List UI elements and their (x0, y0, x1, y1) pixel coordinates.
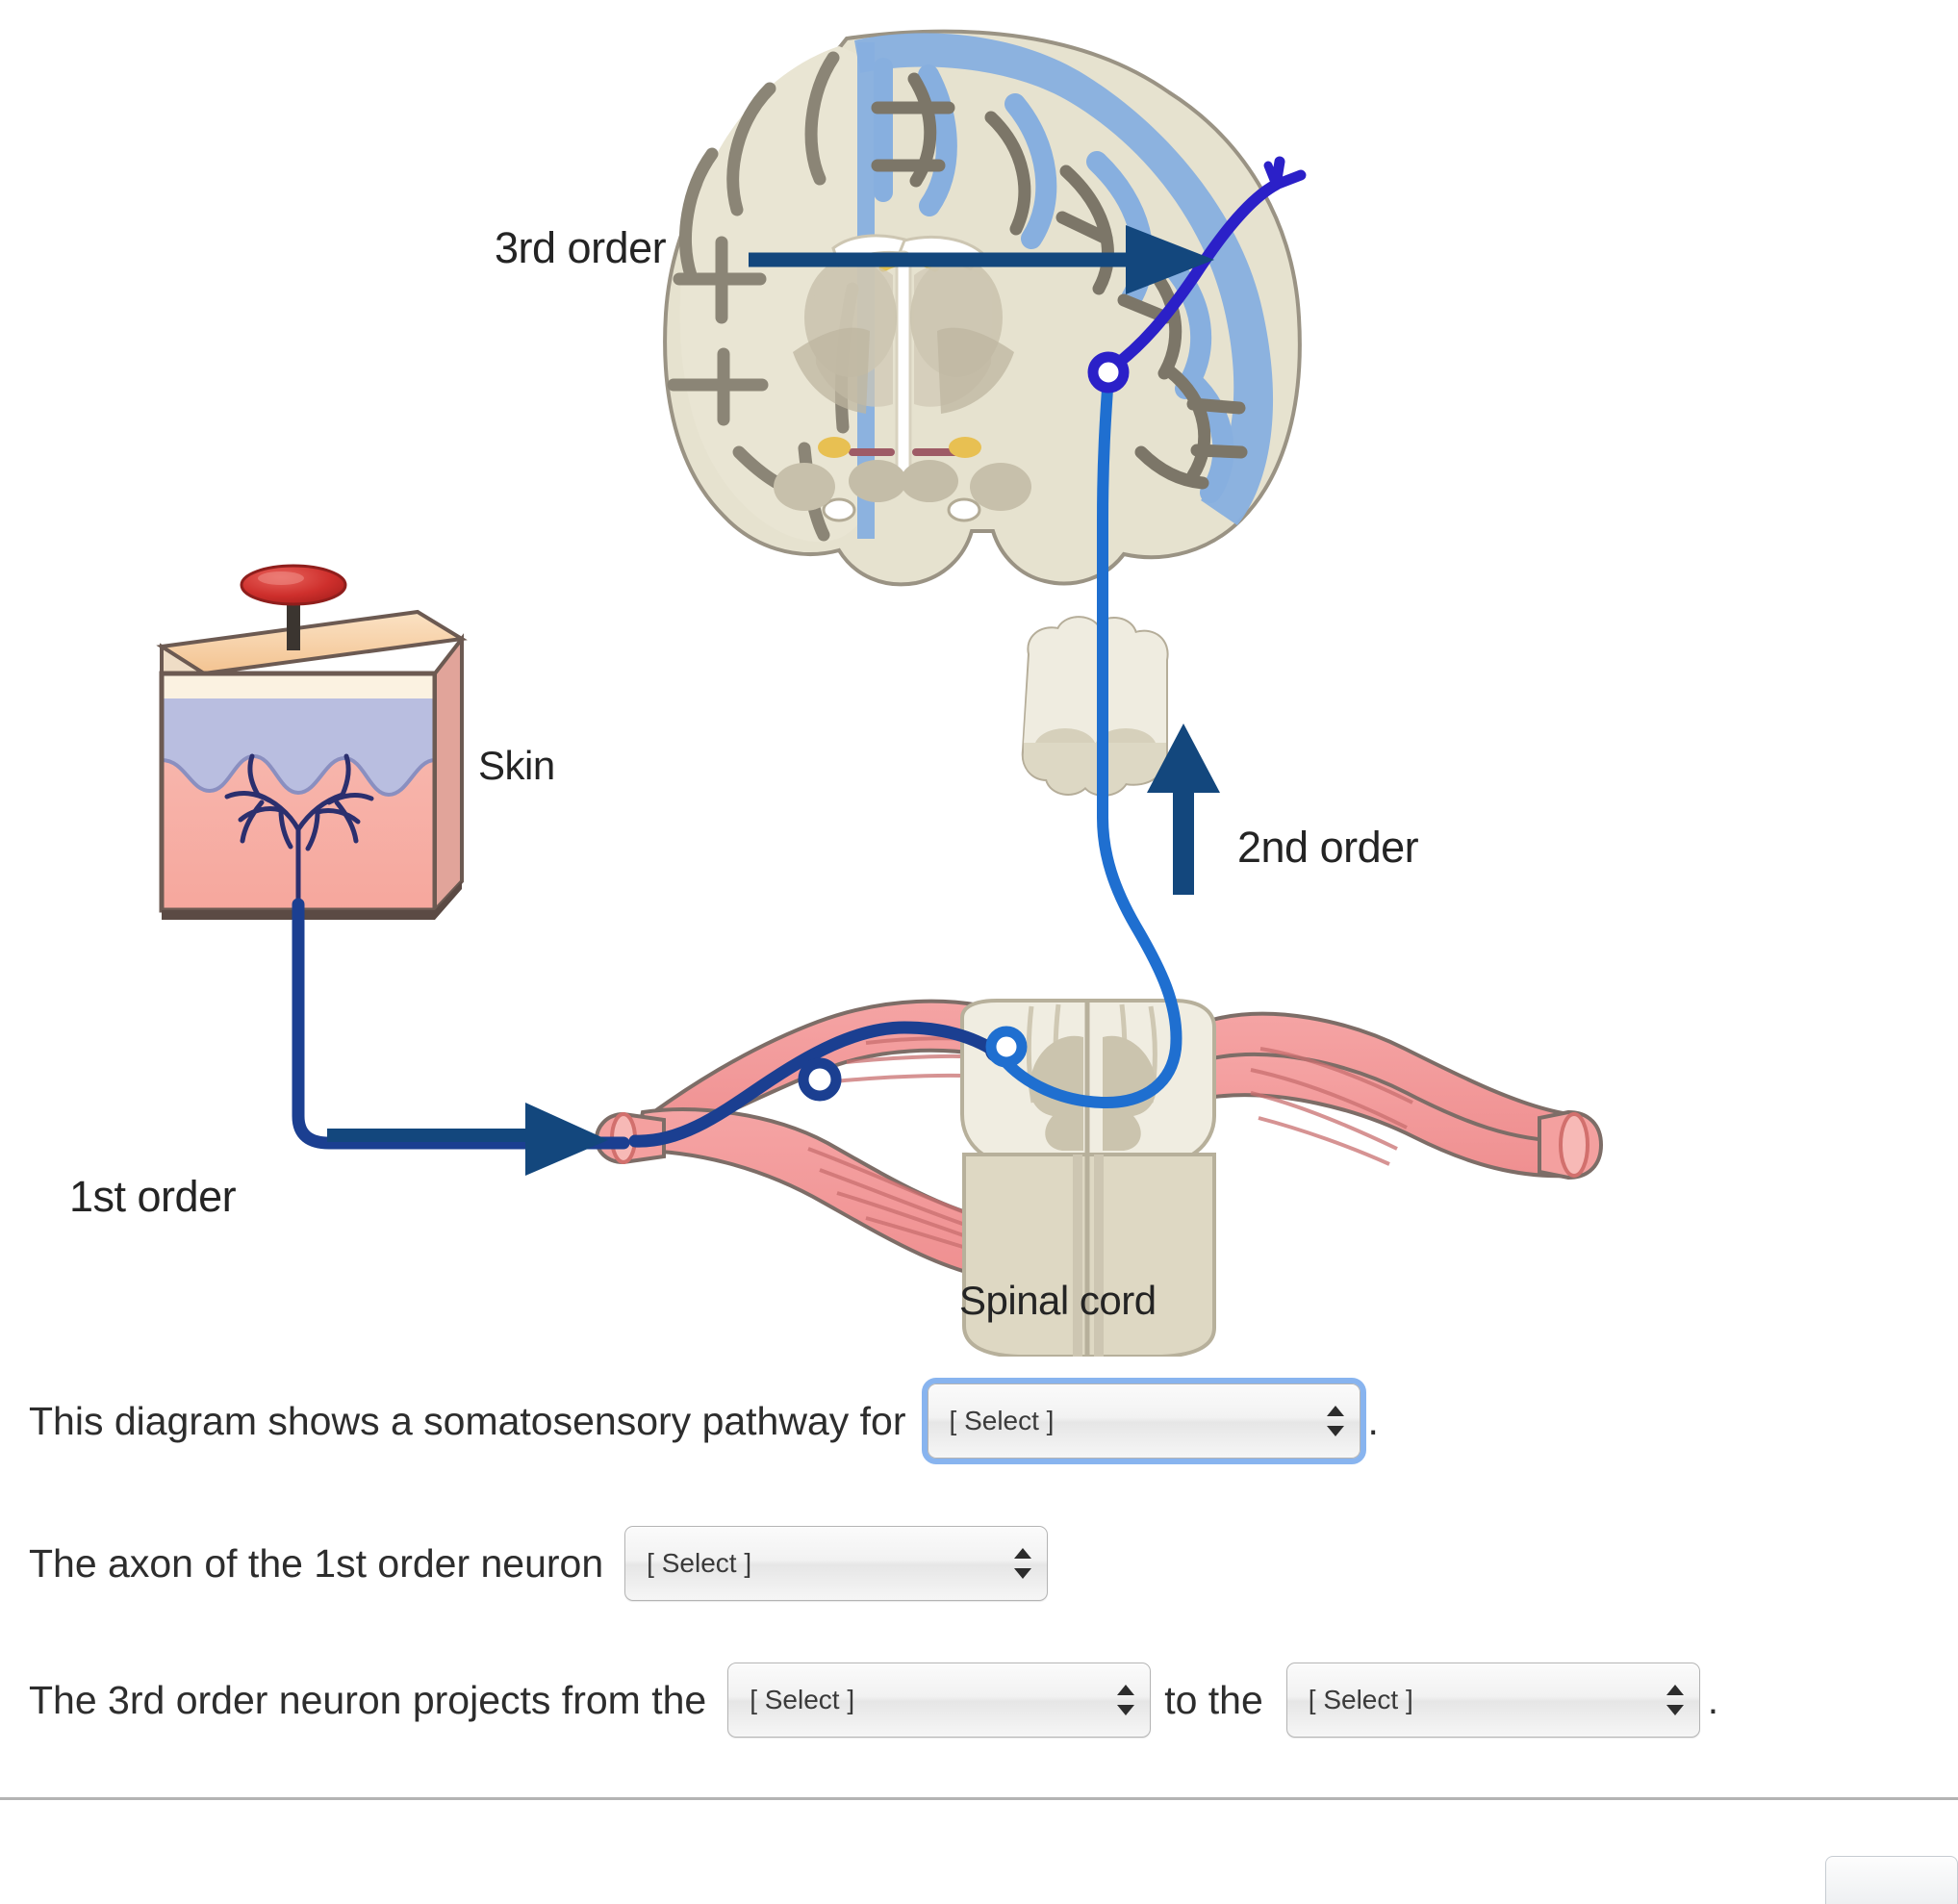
question-row-2: The axon of the 1st order neuron [ Selec… (29, 1526, 1049, 1601)
chevron-updown-icon (1666, 1684, 1684, 1716)
skin-block (156, 564, 468, 920)
label-spinal-cord: Spinal cord (959, 1278, 1157, 1323)
select-third-order-origin-value: [ Select ] (750, 1685, 855, 1714)
spinal-nerve-stump-right (1538, 1109, 1604, 1180)
label-second-order: 2nd order (1237, 823, 1419, 872)
somatosensory-pathway-diagram: 3rd order 2nd order 1st order Skin Spina… (0, 0, 1693, 1357)
select-first-order-axon[interactable]: [ Select ] (624, 1526, 1049, 1601)
brainstem-medulla (1021, 616, 1169, 797)
question-row-1: This diagram shows a somatosensory pathw… (29, 1378, 1379, 1464)
thalamic-relay-soma (1087, 351, 1130, 393)
label-first-order: 1st order (69, 1172, 237, 1221)
chevron-updown-icon (1117, 1684, 1135, 1716)
question-3-mid-text: to the (1164, 1677, 1263, 1722)
select-third-order-target[interactable]: [ Select ] (1285, 1663, 1700, 1738)
callout-arrow-1st-order (327, 1103, 608, 1176)
question-2-text: The axon of the 1st order neuron (29, 1540, 604, 1586)
chevron-updown-icon (1326, 1405, 1344, 1437)
question-1-period: . (1367, 1398, 1379, 1443)
footer-action-button[interactable] (1825, 1856, 1958, 1904)
first-order-neuron-path (292, 898, 1008, 1150)
question-3-text: The 3rd order neuron projects from the (29, 1677, 707, 1722)
label-third-order: 3rd order (495, 223, 667, 272)
second-order-soma (985, 1026, 1028, 1068)
question-row-3: The 3rd order neuron projects from the [… (29, 1663, 1718, 1738)
skin-side-face (433, 633, 464, 916)
label-skin: Skin (478, 743, 555, 788)
footer-divider (0, 1797, 1958, 1800)
select-pathway-type[interactable]: [ Select ] (921, 1378, 1366, 1464)
diagram-svg (156, 29, 1604, 1357)
question-1-text: This diagram shows a somatosensory pathw… (29, 1398, 906, 1443)
skin-epidermis-layer (162, 698, 435, 795)
select-third-order-target-value: [ Select ] (1308, 1685, 1413, 1714)
question-3-period: . (1707, 1677, 1719, 1722)
select-first-order-axon-value: [ Select ] (647, 1548, 752, 1578)
chevron-updown-icon (1014, 1547, 1032, 1580)
dorsal-root-ganglion-soma (798, 1057, 842, 1102)
select-third-order-origin[interactable]: [ Select ] (727, 1663, 1152, 1738)
page-root: 3rd order 2nd order 1st order Skin Spina… (0, 0, 1958, 1904)
skin-top-face (156, 609, 468, 676)
brain-coronal-section (663, 29, 1302, 587)
select-pathway-type-value: [ Select ] (949, 1406, 1055, 1435)
